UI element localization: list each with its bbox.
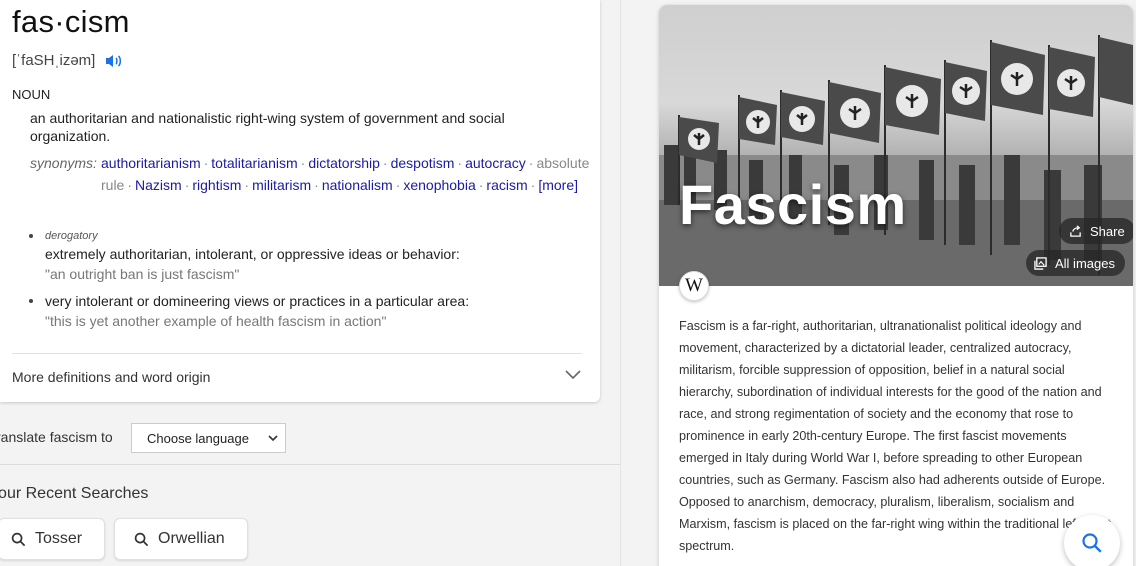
headword: fas·cism bbox=[12, 4, 130, 39]
search-icon bbox=[134, 532, 149, 546]
separator-dot: · bbox=[244, 177, 250, 193]
wiki-hero-image[interactable]: Fascism Share All images bbox=[659, 5, 1133, 286]
column-separator bbox=[620, 0, 621, 566]
chevron-down-icon bbox=[268, 435, 278, 442]
synonym[interactable]: racism bbox=[486, 177, 527, 193]
recent-search-chip[interactable]: Orwellian bbox=[114, 518, 248, 560]
separator-dot: · bbox=[478, 177, 484, 193]
synonym[interactable]: despotism bbox=[391, 155, 455, 171]
synonym[interactable]: xenophobia bbox=[403, 177, 475, 193]
more-definitions-label: More definitions and word origin bbox=[12, 369, 211, 385]
speaker-icon[interactable] bbox=[105, 53, 123, 69]
marching-flags-photo bbox=[659, 35, 1133, 286]
separator-dot: · bbox=[382, 155, 388, 171]
search-icon bbox=[1082, 533, 1102, 553]
sense-2: derogatory extremely authoritarian, into… bbox=[29, 228, 560, 284]
images-icon bbox=[1034, 256, 1047, 270]
separator-dot: · bbox=[300, 155, 306, 171]
synonym[interactable]: authoritarianism bbox=[101, 155, 201, 171]
synonyms-list: authoritarianism · totalitarianism · dictato… bbox=[101, 152, 589, 196]
recent-search-label: Orwellian bbox=[158, 530, 225, 547]
synonym[interactable]: rightism bbox=[192, 177, 241, 193]
share-icon bbox=[1070, 224, 1081, 237]
pronunciation-text: [ˈfaSHˌizəm] bbox=[12, 52, 96, 69]
language-select[interactable]: Choose language bbox=[131, 423, 286, 453]
sense-2-example: "an outright ban is just fascism" bbox=[45, 266, 240, 282]
wiki-card: Fascism Share All images W Fascism is a … bbox=[659, 5, 1133, 566]
synonym[interactable]: dictatorship bbox=[308, 155, 380, 171]
language-select-value: Choose language bbox=[147, 430, 249, 446]
translate-label: ranslate fascism to bbox=[0, 429, 113, 445]
sense-3-example: "this is yet another example of health f… bbox=[45, 313, 387, 329]
separator-dot: · bbox=[457, 155, 463, 171]
search-fab[interactable] bbox=[1064, 515, 1120, 566]
separator-dot: · bbox=[528, 155, 534, 171]
sense-2-text: extremely authoritarian, intolerant, or … bbox=[45, 246, 460, 262]
part-of-speech: NOUN bbox=[12, 87, 51, 102]
separator-dot: · bbox=[203, 155, 209, 171]
all-images-label: All images bbox=[1055, 255, 1115, 271]
recent-search-chip[interactable]: Tosser bbox=[0, 518, 105, 560]
separator-dot: · bbox=[530, 177, 536, 193]
sense-3-text: very intolerant or domineering views or … bbox=[45, 293, 470, 309]
pronunciation: [ˈfaSHˌizəm] bbox=[12, 52, 123, 69]
sense-2-register: derogatory bbox=[45, 230, 98, 242]
sense-1: an authoritarian and nationalistic right… bbox=[30, 110, 505, 144]
wiki-summary: Fascism is a far-right, authoritarian, u… bbox=[679, 319, 1111, 553]
synonym[interactable]: totalitarianism bbox=[211, 155, 297, 171]
sense-3: very intolerant or domineering views or … bbox=[29, 291, 560, 331]
separator-dot: · bbox=[184, 177, 190, 193]
separator-dot: · bbox=[395, 177, 401, 193]
separator-dot: · bbox=[127, 177, 133, 193]
wiki-title: Fascism bbox=[679, 173, 907, 236]
share-button[interactable]: Share bbox=[1059, 218, 1133, 244]
chevron-down-icon bbox=[565, 370, 581, 380]
recent-search-label: Tosser bbox=[35, 530, 83, 547]
wikipedia-logo-icon[interactable]: W bbox=[679, 271, 709, 301]
all-images-button[interactable]: All images bbox=[1026, 250, 1125, 276]
search-icon bbox=[11, 532, 26, 546]
synonym[interactable]: Nazism bbox=[135, 177, 182, 193]
recent-searches-title: 'our Recent Searches bbox=[0, 485, 149, 502]
synonyms-block: synonyms: authoritarianism · totalitariani… bbox=[30, 152, 589, 196]
synonyms-label: synonyms: bbox=[30, 155, 97, 171]
synonyms-more-link[interactable]: [more] bbox=[538, 177, 578, 193]
separator-dot: · bbox=[314, 177, 319, 193]
synonym[interactable]: nationalism bbox=[322, 177, 393, 193]
synonym[interactable]: autocracy bbox=[465, 155, 526, 171]
more-definitions-toggle[interactable]: More definitions and word origin bbox=[0, 354, 600, 400]
definition-card: fas·cism [ˈfaSHˌizəm] NOUN an authoritar… bbox=[0, 0, 600, 402]
share-label: Share bbox=[1090, 223, 1125, 239]
section-divider bbox=[0, 464, 620, 465]
synonym[interactable]: militarism bbox=[252, 177, 311, 193]
